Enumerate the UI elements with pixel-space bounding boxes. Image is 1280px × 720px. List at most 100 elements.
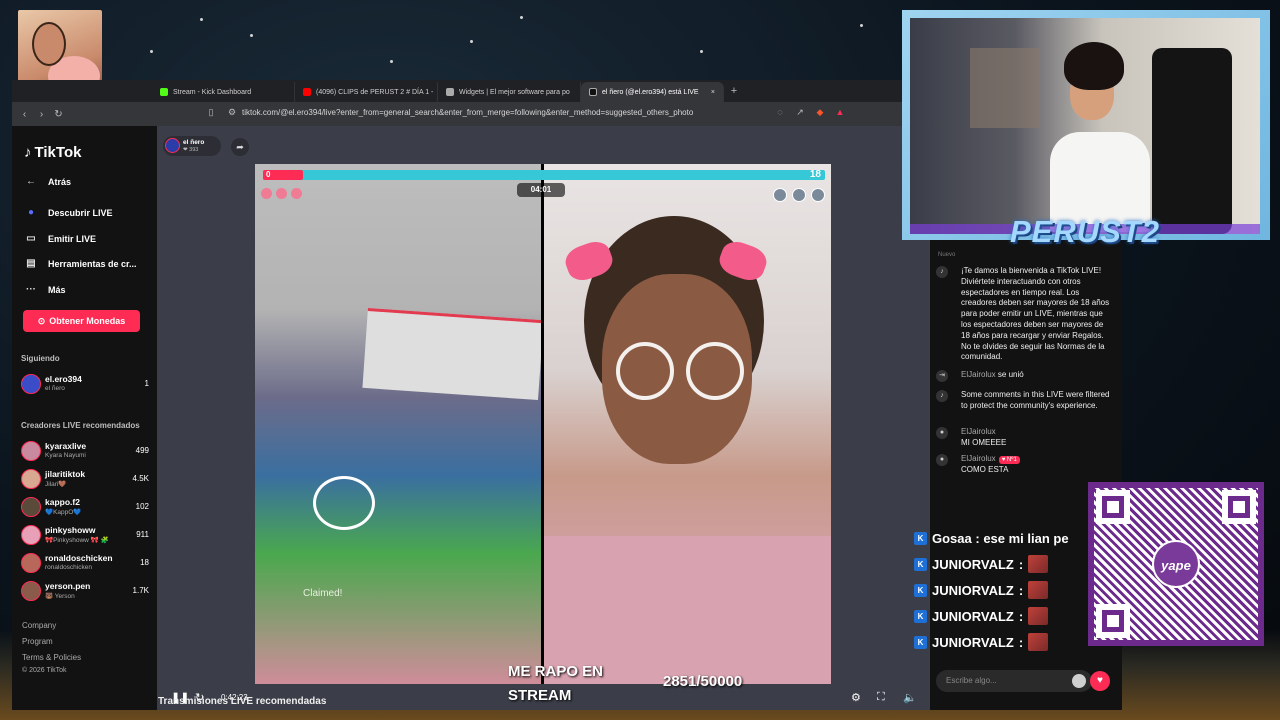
kick-icon: K [914, 635, 927, 649]
recommended-user[interactable]: pinkyshoww 🎀Pinkyshoww 🎀 🧩 911 [21, 524, 149, 546]
close-tab-icon[interactable]: × [711, 89, 715, 96]
nav-discover-live[interactable]: ● Descubrir LIVE [24, 207, 113, 218]
star [520, 16, 523, 19]
nav-more[interactable]: ··· Más [24, 284, 66, 295]
nav-label: Más [48, 284, 66, 295]
display-name: el ñero [45, 385, 65, 392]
fan-badge: ♥ Nº1 [998, 456, 1020, 465]
webcam-feed [910, 18, 1260, 234]
username[interactable]: ElJairolux [961, 370, 996, 379]
avatar [21, 497, 41, 517]
supporter-avatar[interactable] [811, 188, 825, 202]
recommended-user[interactable]: ronaldoschicken ronaldoschicken 18 [21, 552, 149, 574]
recommended-user[interactable]: yerson.pen 🐻 Yerson 1.7K [21, 580, 149, 602]
claimed-text: Claimed! [303, 588, 343, 599]
avatar [21, 441, 41, 461]
recommended-user[interactable]: kyaraxlive Kyara Nayumi 499 [21, 440, 149, 462]
share-icon[interactable]: ➦ [231, 138, 249, 156]
recommended-user[interactable]: kappo.f2 💙KappO💙 102 [21, 496, 149, 518]
footer-link-program[interactable]: Program [22, 637, 53, 646]
goal-counter: 2851/50000 [663, 673, 743, 690]
display-name: Kyara Nayumi [45, 452, 86, 459]
tools-icon: ▤ [26, 258, 36, 269]
tiktok-icon [589, 88, 597, 96]
video-right-feed [544, 164, 831, 684]
reload-icon[interactable]: ↻ [50, 109, 67, 120]
footer-link-terms[interactable]: Terms & Policies [22, 653, 81, 662]
get-coins-button[interactable]: ⊙ Obtener Monedas [23, 310, 140, 332]
recommended-heading: Creadores LIVE recomendados [21, 421, 140, 430]
host-profile[interactable]: el ñero ❤ 393 [163, 136, 221, 156]
back-arrow-icon[interactable]: ‹ [16, 109, 33, 120]
nav-back[interactable]: ← Atrás [24, 176, 71, 187]
username[interactable]: ElJairolux [961, 454, 996, 463]
recommended-user[interactable]: jilaritiktok Jilari🤎 4.5K [21, 468, 149, 490]
supporter-avatar[interactable] [773, 188, 787, 202]
volume-icon[interactable]: 🔈 [903, 691, 917, 704]
yape-qr-code: yape [1088, 482, 1264, 646]
gift-heart-icon[interactable]: ♥ [1090, 671, 1110, 691]
message-text: Some comments in this LIVE were filtered… [961, 390, 1110, 410]
following-heading: Siguiendo [21, 354, 60, 363]
pk-left-score: 0 [266, 170, 271, 179]
chat-input[interactable]: Escribe algo... [936, 670, 1092, 692]
chat-user: JUNIORVALZ [932, 582, 1014, 598]
webcam-overlay [902, 10, 1270, 240]
pk-timer: 04:01 [517, 183, 565, 197]
more-icon: ··· [26, 284, 36, 295]
tab-widgets[interactable]: Widgets | El mejor software para po [438, 82, 581, 102]
kick-chat-line: K JUNIORVALZ: [914, 632, 1084, 652]
kick-chat-line: K JUNIORVALZ: [914, 554, 1084, 574]
back-icon: ← [26, 176, 36, 187]
live-video[interactable]: Claimed! 0 18 04:01 [255, 164, 831, 684]
footer-link-company[interactable]: Company [22, 621, 56, 630]
tab-kick-dashboard[interactable]: Stream - Kick Dashboard [152, 82, 295, 102]
avatar [165, 138, 180, 153]
nav-go-live[interactable]: ▭ Emitir LIVE [24, 233, 96, 244]
following-user[interactable]: el.ero394 el ñero 1 [21, 373, 149, 395]
chat-text: : [1018, 634, 1024, 650]
chat-user: Gosaa [932, 530, 972, 546]
new-tab-button[interactable]: + [724, 85, 744, 97]
coins-label: Obtener Monedas [49, 316, 126, 326]
recommended-live-heading: Transmisiones LIVE recomendadas [158, 696, 327, 707]
message-text: MI OMEEEE [961, 437, 1007, 447]
live-stage: el ñero ❤ 393 ➦ Claimed! 0 18 04:01 [157, 126, 930, 686]
bookmark-icon[interactable]: ▯ [205, 107, 217, 119]
avatar-face [32, 22, 66, 66]
host-likes: ❤ 393 [183, 147, 199, 153]
viewer-count: 911 [136, 530, 149, 539]
eye-off-icon[interactable]: ◌ [774, 107, 786, 119]
blurred-card [362, 307, 544, 401]
settings-icon[interactable]: ⚙ [851, 691, 861, 704]
display-name: 🎀Pinkyshoww 🎀 🧩 [45, 537, 109, 544]
brave-shield-icon[interactable]: ◆ [814, 107, 826, 119]
site-info-icon[interactable]: ⚙ [226, 107, 238, 119]
share-icon[interactable]: ↗ [794, 107, 806, 119]
fullscreen-icon[interactable]: ⛶ [877, 691, 885, 704]
star [700, 50, 703, 53]
emote-icon [1028, 633, 1049, 651]
url-text[interactable]: tiktok.com/@el.ero394/live?enter_from=ge… [242, 108, 693, 117]
supporter-avatar[interactable] [792, 188, 806, 202]
display-name: Jilari🤎 [45, 481, 67, 488]
nav-creator-tools[interactable]: ▤ Herramientas de cr... [24, 258, 136, 269]
username: el.ero394 [45, 374, 82, 384]
avatar: ● [936, 427, 948, 439]
live-icon: ● [27, 207, 35, 218]
rewards-icon[interactable]: ▲ [834, 107, 846, 119]
emoji-icon[interactable] [1072, 674, 1086, 688]
tab-youtube-clips[interactable]: (4096) CLIPS de PERUST 2 # DÍA 1 - [295, 82, 438, 102]
tab-label: Widgets | El mejor software para po [459, 88, 570, 96]
username[interactable]: ElJairolux [961, 427, 1112, 438]
alert-title: ME RAPO EN STREAM [508, 663, 604, 704]
join-icon: ⇥ [936, 370, 948, 382]
emote-icon [1028, 581, 1049, 599]
chat-user: JUNIORVALZ [932, 556, 1014, 572]
glasses-right [686, 342, 744, 400]
tab-tiktok-live[interactable]: el ñero (@el.ero394) está LIVE × [581, 82, 724, 102]
qr-finder [1096, 604, 1130, 638]
chat-text: : [1018, 608, 1024, 624]
forward-arrow-icon[interactable]: › [33, 109, 50, 120]
tiktok-logo[interactable]: ♪ TikTok [24, 144, 81, 161]
